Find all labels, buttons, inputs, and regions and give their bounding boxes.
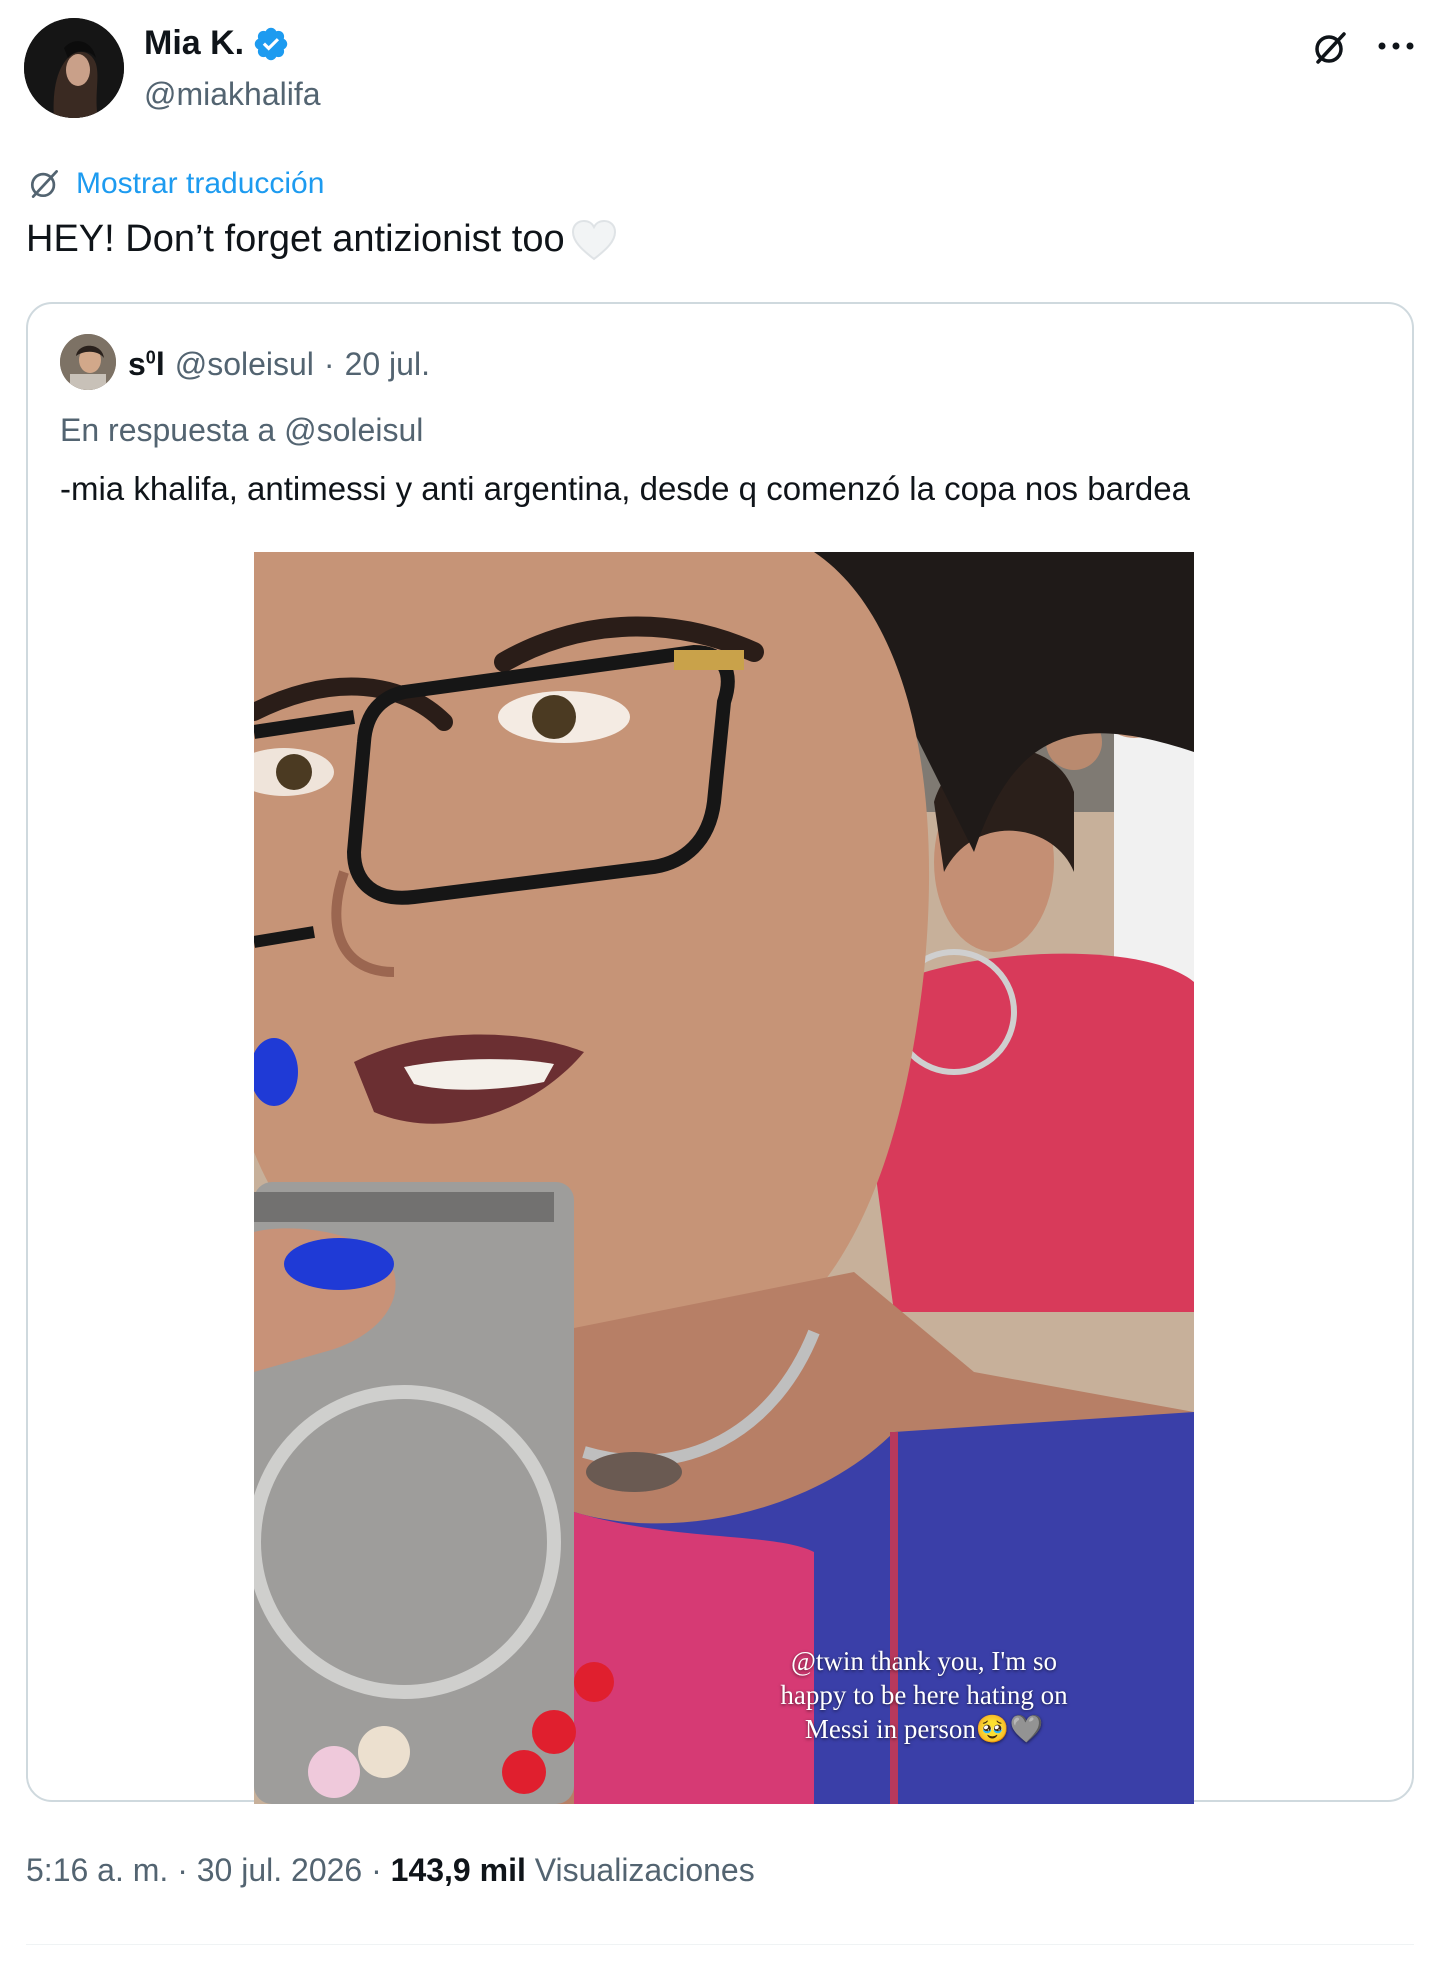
quoted-avatar-image — [60, 334, 116, 390]
tweet: Mia K. @miakhalifa Mostrar traducción HE… — [0, 0, 1440, 1975]
quoted-date[interactable]: 20 jul. — [345, 346, 430, 383]
grok-button[interactable] — [1306, 24, 1354, 72]
author-name[interactable]: Mia K. — [144, 24, 244, 63]
quoted-media-video[interactable]: @twin thank you, I'm so happy to be here… — [254, 552, 1194, 1804]
media-image — [254, 552, 1194, 1804]
quoted-tweet[interactable]: s0l @soleisul · 20 jul. En respuesta a @… — [26, 302, 1414, 1804]
more-icon — [1378, 42, 1414, 50]
quoted-author-name[interactable]: s0l — [128, 346, 165, 383]
translate-label[interactable]: Mostrar traducción — [76, 167, 324, 201]
show-translation-link[interactable]: Mostrar traducción — [26, 166, 324, 202]
more-options-button[interactable] — [1372, 22, 1420, 70]
divider — [26, 1944, 1414, 1945]
views-count: 143,9 mil — [390, 1852, 526, 1888]
reply-handle[interactable]: @soleisul — [284, 412, 423, 448]
views-label: Visualizaciones — [534, 1852, 755, 1888]
quoted-separator: · — [323, 346, 335, 382]
quoted-author-avatar[interactable] — [60, 334, 116, 390]
media-caption: @twin thank you, I'm so happy to be here… — [780, 1646, 1068, 1744]
avatar-image — [24, 18, 124, 118]
author-handle[interactable]: @miakhalifa — [144, 76, 321, 113]
white-heart-icon — [571, 219, 616, 260]
author-avatar[interactable] — [24, 18, 124, 118]
quoted-reply-context: En respuesta a @soleisul — [60, 412, 423, 449]
tweet-footer: 5:16 a. m. · 30 jul. 2026 · 143,9 mil Vi… — [26, 1852, 755, 1889]
tweet-time[interactable]: 5:16 a. m. — [26, 1852, 168, 1888]
verified-badge-icon — [254, 27, 288, 60]
reply-prefix: En respuesta a — [60, 412, 276, 448]
footer-separator-2: · — [371, 1852, 382, 1888]
quoted-tweet-text: -mia khalifa, antimessi y anti argentina… — [60, 470, 1190, 507]
quoted-author-handle[interactable]: @soleisul — [175, 346, 314, 383]
author-display-name[interactable]: Mia K. — [144, 24, 290, 63]
tweet-body: HEY! Don’t forget antizionist too — [26, 218, 565, 260]
quoted-header: s0l @soleisul · 20 jul. — [128, 346, 430, 383]
tweet-text: HEY! Don’t forget antizionist too — [26, 218, 617, 261]
translate-icon — [30, 170, 58, 198]
footer-separator: · — [177, 1852, 188, 1888]
tweet-date[interactable]: 30 jul. 2026 — [197, 1852, 362, 1888]
grok-icon — [1315, 32, 1346, 64]
